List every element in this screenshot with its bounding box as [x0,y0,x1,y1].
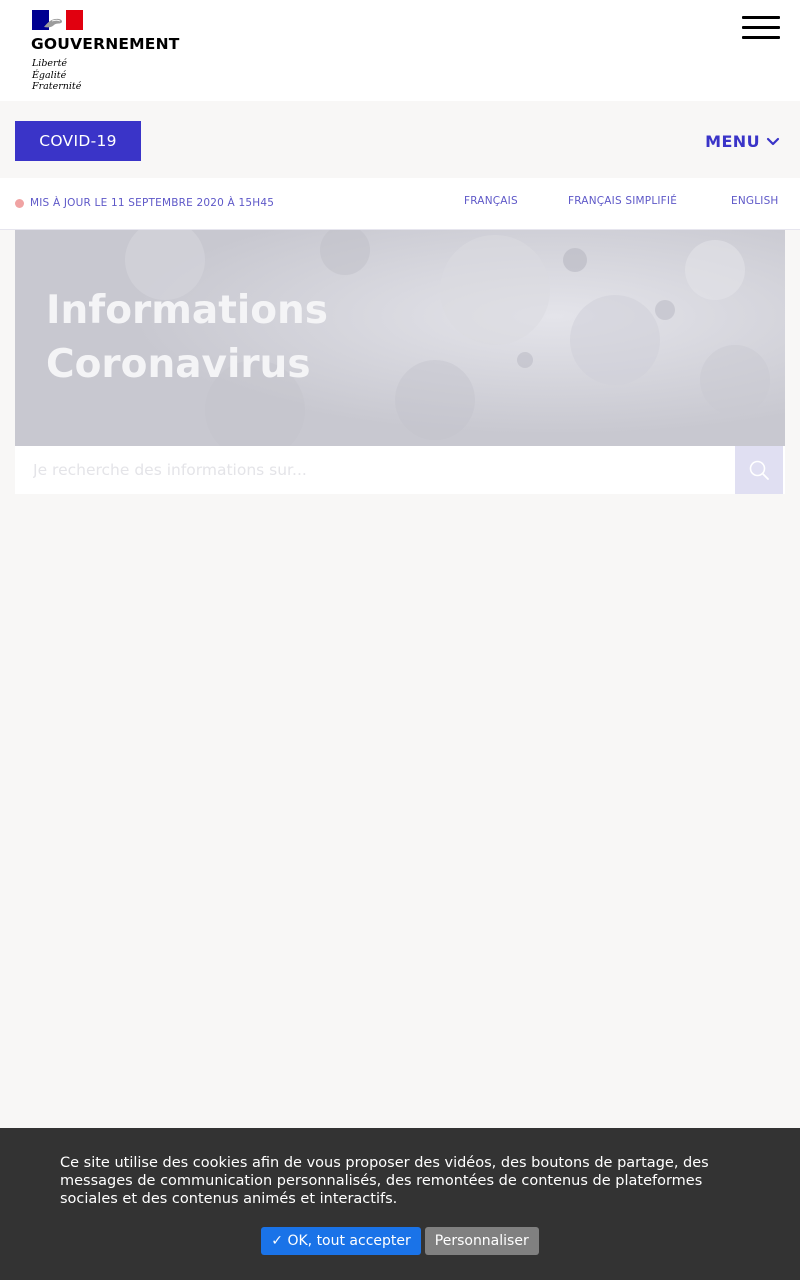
hero-banner: Informations Coronavirus [15,230,785,446]
accept-all-button[interactable]: ✓ OK, tout accepter [261,1227,421,1255]
cookie-message: Ce site utilise des cookies afin de vous… [60,1155,709,1207]
cookie-banner: Ce site utilise des cookies afin de vous… [0,1128,800,1280]
marianne-flag-icon [32,10,83,30]
site-header: GOUVERNEMENT Liberté Égalité Fraternité [0,0,800,101]
main-nav: COVID-19 MENU [0,101,800,178]
hamburger-icon[interactable] [742,14,780,40]
cookie-actions: ✓ OK, tout accepter Personnaliser [0,1227,800,1255]
title-line-1: Informations [46,288,329,333]
motto-liberte: Liberté [32,58,68,69]
covid-19-button[interactable]: COVID-19 [15,121,141,161]
logo-motto: Liberté Égalité Fraternité [32,58,81,93]
chevron-down-icon [766,137,780,146]
search-icon [749,460,769,480]
search-button[interactable] [735,446,783,494]
language-link-francais-simplifie[interactable]: FRANÇAIS SIMPLIFIÉ [568,195,677,207]
search-input[interactable] [15,446,735,494]
title-line-2: Coronavirus [46,342,311,387]
update-text: MIS À JOUR LE 11 SEPTEMBRE 2020 À 15H45 [30,197,275,209]
customize-button[interactable]: Personnaliser [424,1227,539,1255]
language-link-english[interactable]: ENGLISH [731,195,779,207]
status-dot-icon [15,198,24,208]
language-link-francais[interactable]: FRANÇAIS [464,195,518,207]
menu-button[interactable]: MENU [705,129,780,153]
search-bar [15,446,785,494]
page-title: Informations Coronavirus [46,284,328,392]
motto-egalite: Égalité [32,69,67,81]
logo-title: GOUVERNEMENT [31,35,180,53]
menu-label: MENU [705,131,760,151]
government-logo[interactable]: GOUVERNEMENT Liberté Égalité Fraternité [31,10,201,96]
update-status: MIS À JOUR LE 11 SEPTEMBRE 2020 À 15H45 [15,197,274,209]
motto-fraternite: Fraternité [32,81,82,92]
info-bar: MIS À JOUR LE 11 SEPTEMBRE 2020 À 15H45 … [0,178,800,230]
